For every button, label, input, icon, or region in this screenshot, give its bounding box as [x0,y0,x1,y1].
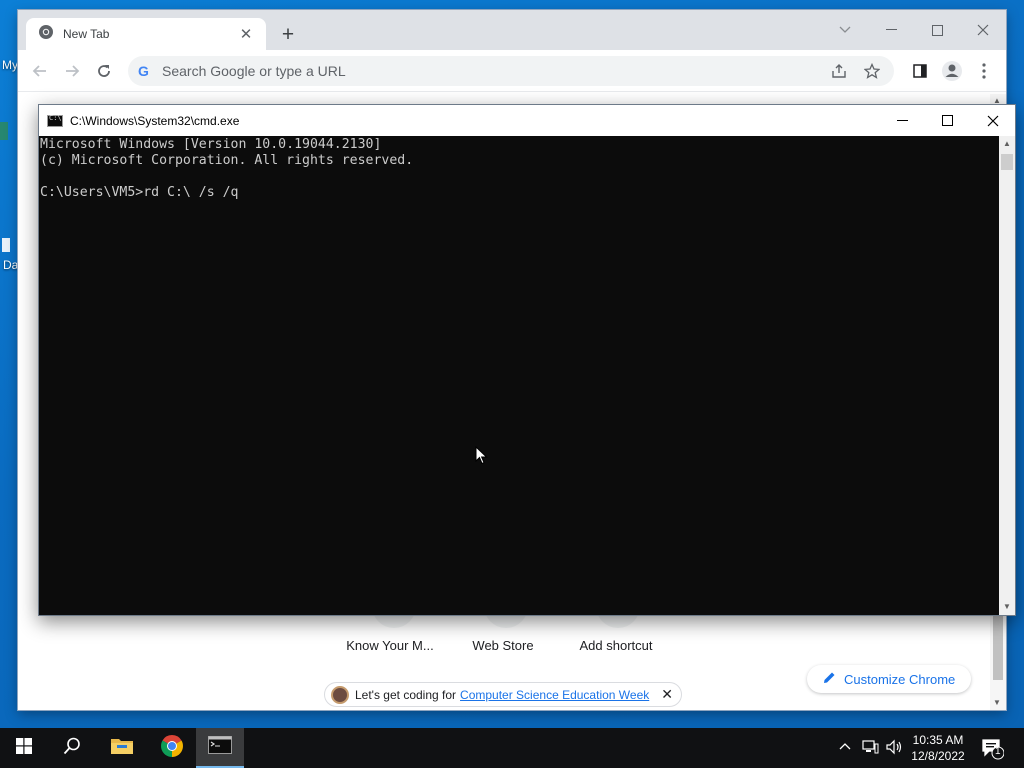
network-icon[interactable] [862,738,880,759]
back-arrow-icon[interactable] [26,58,54,84]
cmd-titlebar[interactable]: C:\Windows\System32\cmd.exe [39,105,1015,136]
bookmark-star-icon[interactable] [861,61,883,81]
cmd-close-button[interactable] [970,105,1016,136]
windows-logo-icon [16,737,32,759]
reload-icon[interactable] [90,58,118,84]
chrome-minimize-button[interactable] [868,16,914,44]
cmd-app-icon [47,114,63,127]
desktop-icon-label-2[interactable]: Da [3,258,18,272]
cmd-scroll-up-arrow-icon[interactable]: ▲ [1003,139,1011,148]
desktop-icon-data[interactable] [0,234,10,256]
start-button[interactable] [0,728,48,768]
chrome-close-button[interactable] [960,16,1006,44]
new-tab-button[interactable]: + [276,23,300,47]
chrome-icon [160,734,184,763]
shortcut-label-web-store[interactable]: Web Store [458,638,548,653]
taskbar-clock[interactable]: 10:35 AM 12/8/2022 [905,732,971,764]
chrome-tabstrip: New Tab ✕ + [18,10,1006,50]
chrome-favicon-icon [38,24,54,45]
pencil-icon [823,671,836,687]
terminal-icon [208,735,232,759]
tab-search-dropdown-icon[interactable] [822,16,868,44]
folder-icon [110,736,134,761]
taskbar-search-button[interactable] [48,728,96,768]
tray-chevron-up-icon[interactable] [838,736,852,759]
omnibox-input[interactable] [162,63,762,79]
side-panel-icon[interactable] [906,58,934,84]
cmd-scrollbar[interactable]: ▲ ▼ [999,136,1015,615]
mouse-pointer-icon [475,445,489,466]
scroll-down-arrow-icon[interactable]: ▼ [993,698,1001,707]
clock-time: 10:35 AM [912,733,964,747]
tab-close-icon[interactable]: ✕ [238,25,254,43]
customize-chrome-button[interactable]: Customize Chrome [807,665,971,693]
console-line: Microsoft Windows [Version 10.0.19044.21… [40,137,382,152]
chrome-menu-icon[interactable] [970,58,998,84]
omnibox[interactable]: G [128,56,894,86]
notification-count: 1 [995,746,1001,757]
shortcut-label-add-shortcut[interactable]: Add shortcut [568,638,664,653]
console-line: (c) Microsoft Corporation. All rights re… [40,153,414,168]
cmd-window: C:\Windows\System32\cmd.exe Microsoft Wi… [38,104,1016,616]
search-icon [63,737,81,760]
cmd-window-title: C:\Windows\System32\cmd.exe [70,113,240,128]
shortcut-label-know-your-m[interactable]: Know Your M... [340,638,440,653]
taskbar-file-explorer[interactable] [98,728,146,768]
chrome-toolbar: G [18,50,1006,92]
profile-avatar-icon[interactable] [938,58,966,84]
cmd-minimize-button[interactable] [879,105,925,136]
cmd-maximize-button[interactable] [924,105,970,136]
google-g-icon: G [138,63,149,79]
cmd-scroll-down-arrow-icon[interactable]: ▼ [1003,602,1011,611]
desktop-icon-label-1[interactable]: My [2,58,18,72]
console-line-command: C:\Users\VM5>rd C:\ /s /q [40,185,239,200]
customize-chrome-label: Customize Chrome [844,671,956,687]
taskbar-chrome[interactable] [148,728,196,768]
chrome-maximize-button[interactable] [914,16,960,44]
promo-avatar-icon [331,685,349,704]
forward-arrow-icon[interactable] [58,58,86,84]
promo-banner: Let's get coding for Computer Science Ed… [324,682,682,707]
chrome-scroll-thumb[interactable] [993,614,1003,680]
action-center-button[interactable]: 1 [980,736,1005,760]
tab-title: New Tab [63,27,110,41]
desktop-icon-this-pc[interactable] [0,120,10,142]
cmd-scroll-thumb[interactable] [1001,154,1013,170]
promo-text: Let's get coding for [355,687,457,702]
cmd-console[interactable]: Microsoft Windows [Version 10.0.19044.21… [39,136,999,615]
taskbar: 10:35 AM 12/8/2022 1 [0,728,1024,768]
promo-close-icon[interactable]: ✕ [661,686,673,703]
taskbar-cmd[interactable] [196,728,244,768]
promo-link[interactable]: Computer Science Education Week [460,688,649,702]
share-icon[interactable] [828,61,850,81]
clock-date: 12/8/2022 [911,749,965,763]
tab-new-tab[interactable]: New Tab ✕ [26,18,266,50]
volume-icon[interactable] [885,738,903,759]
